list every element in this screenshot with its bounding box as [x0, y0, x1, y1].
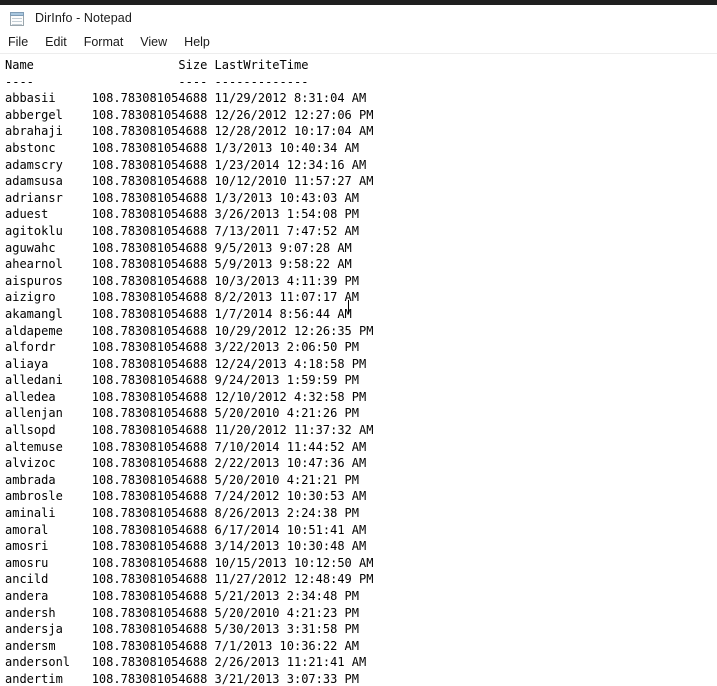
menu-item-edit[interactable]: Edit	[45, 34, 76, 50]
text-caret	[348, 300, 349, 314]
notepad-icon	[9, 10, 26, 27]
menu-bar: File Edit Format View Help	[0, 31, 717, 53]
title-bar[interactable]: DirInfo - Notepad	[0, 5, 717, 31]
text-editor-area[interactable]: Name Size LastWriteTime ---- ---- ------…	[0, 54, 717, 686]
menu-item-format[interactable]: Format	[84, 34, 133, 50]
window-title: DirInfo - Notepad	[35, 11, 132, 25]
notepad-window: DirInfo - Notepad File Edit Format View …	[0, 5, 717, 686]
document-text[interactable]: Name Size LastWriteTime ---- ---- ------…	[5, 57, 373, 686]
menu-item-help[interactable]: Help	[184, 34, 219, 50]
menu-item-file[interactable]: File	[8, 34, 37, 50]
menu-item-view[interactable]: View	[140, 34, 176, 50]
